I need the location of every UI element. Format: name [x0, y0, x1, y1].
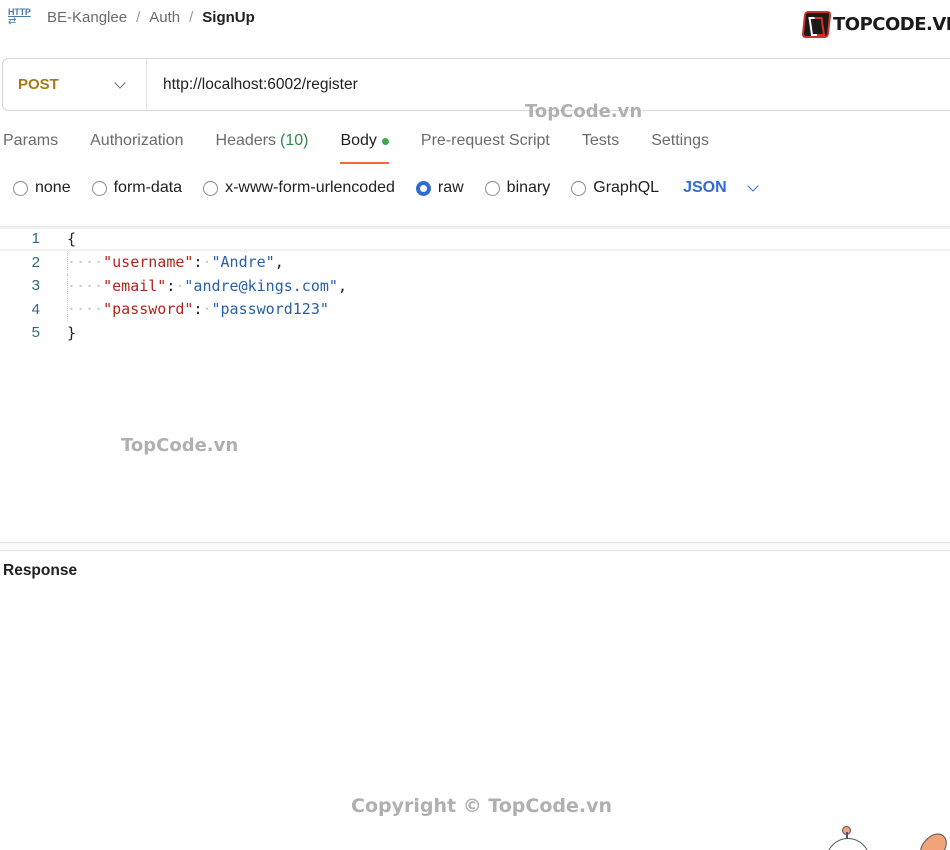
rocket-illustration	[915, 828, 950, 850]
method-select[interactable]: POST	[3, 59, 147, 110]
line-number: 3	[31, 277, 40, 295]
code-line[interactable]: 1 {	[0, 227, 950, 251]
breadcrumb-request-name[interactable]: SignUp	[202, 9, 255, 26]
breadcrumb-separator: /	[189, 8, 194, 26]
line-number: 4	[31, 300, 40, 318]
headers-count: (10)	[280, 132, 309, 149]
radio-x-www-form-urlencoded[interactable]: x-www-form-urlencoded	[203, 179, 395, 197]
body-indicator-dot	[381, 138, 389, 145]
tab-params[interactable]: Params	[3, 130, 58, 164]
code-line[interactable]: 4 ····"password":·"password123"	[0, 297, 950, 321]
radio-circle[interactable]	[484, 180, 500, 196]
body-type-selector: none form-data x-www-form-urlencoded raw…	[13, 177, 759, 199]
topcode-logo: TOPCODE.VN	[801, 10, 950, 38]
pane-resize-handle[interactable]	[0, 542, 950, 551]
watermark-top: TopCode.vn	[525, 101, 643, 122]
json-value: "andre@kings.com"	[184, 276, 338, 295]
astronaut-illustration	[824, 826, 872, 850]
json-value: "password123"	[211, 300, 329, 319]
radio-binary[interactable]: binary	[484, 179, 550, 197]
request-url-bar: POST	[2, 58, 950, 111]
method-label: POST	[18, 76, 59, 93]
raw-format-label: JSON	[683, 179, 727, 196]
topcode-logo-text: TOPCODE.VN	[833, 13, 950, 35]
radio-raw[interactable]: raw	[415, 179, 464, 197]
radio-circle[interactable]	[571, 180, 587, 196]
breadcrumb: HTTP ⇄ BE-Kanglee / Auth / SignUp	[8, 6, 255, 28]
radio-none[interactable]: none	[13, 179, 71, 197]
chevron-down-icon	[746, 180, 759, 192]
radio-graphql[interactable]: GraphQL	[571, 179, 659, 197]
json-key: "email"	[103, 276, 167, 295]
raw-format-select[interactable]: JSON	[683, 179, 759, 197]
tab-headers[interactable]: Headers (10)	[216, 130, 309, 164]
breadcrumb-collection[interactable]: BE-Kanglee	[47, 9, 127, 26]
watermark-copyright: Copyright © TopCode.vn	[351, 795, 613, 817]
json-value: "Andre"	[211, 253, 275, 272]
radio-circle[interactable]	[13, 180, 28, 196]
code-text: }	[67, 323, 77, 342]
tab-settings[interactable]: Settings	[651, 130, 709, 164]
tab-tests[interactable]: Tests	[582, 130, 619, 164]
code-line[interactable]: 3 ····"email":·"andre@kings.com",	[0, 274, 950, 298]
json-key: "password"	[103, 300, 194, 319]
request-tabs: Params Authorization Headers (10) Body Pr…	[3, 130, 741, 164]
indent-guide	[67, 274, 68, 298]
chevron-down-icon	[114, 77, 126, 89]
indent-guide	[67, 297, 68, 321]
response-section-title: Response	[3, 562, 78, 579]
tab-body[interactable]: Body	[340, 130, 390, 164]
breadcrumb-folder[interactable]: Auth	[149, 9, 180, 26]
topcode-logo-icon	[801, 10, 832, 38]
code-line[interactable]: 2 ····"username":·"Andre",	[0, 250, 950, 274]
line-number: 2	[31, 253, 40, 271]
watermark-middle: TopCode.vn	[121, 435, 239, 456]
code-line[interactable]: 5 }	[0, 321, 950, 345]
http-request-icon: HTTP ⇄	[8, 7, 31, 27]
code-text: {	[67, 229, 77, 248]
radio-form-data[interactable]: form-data	[91, 179, 182, 197]
radio-circle-selected[interactable]	[415, 180, 431, 196]
indent-guide	[67, 250, 68, 274]
body-code-editor[interactable]: 1 { 2 ····"username":·"Andre", 3 ····"em…	[0, 226, 950, 542]
tab-pre-request-script[interactable]: Pre-request Script	[421, 130, 550, 164]
tab-authorization[interactable]: Authorization	[90, 130, 183, 164]
line-number: 5	[31, 324, 40, 342]
json-key: "username"	[103, 253, 194, 272]
radio-circle[interactable]	[91, 180, 107, 196]
breadcrumb-separator: /	[136, 8, 141, 26]
line-number: 1	[31, 230, 40, 248]
radio-circle[interactable]	[203, 180, 219, 196]
